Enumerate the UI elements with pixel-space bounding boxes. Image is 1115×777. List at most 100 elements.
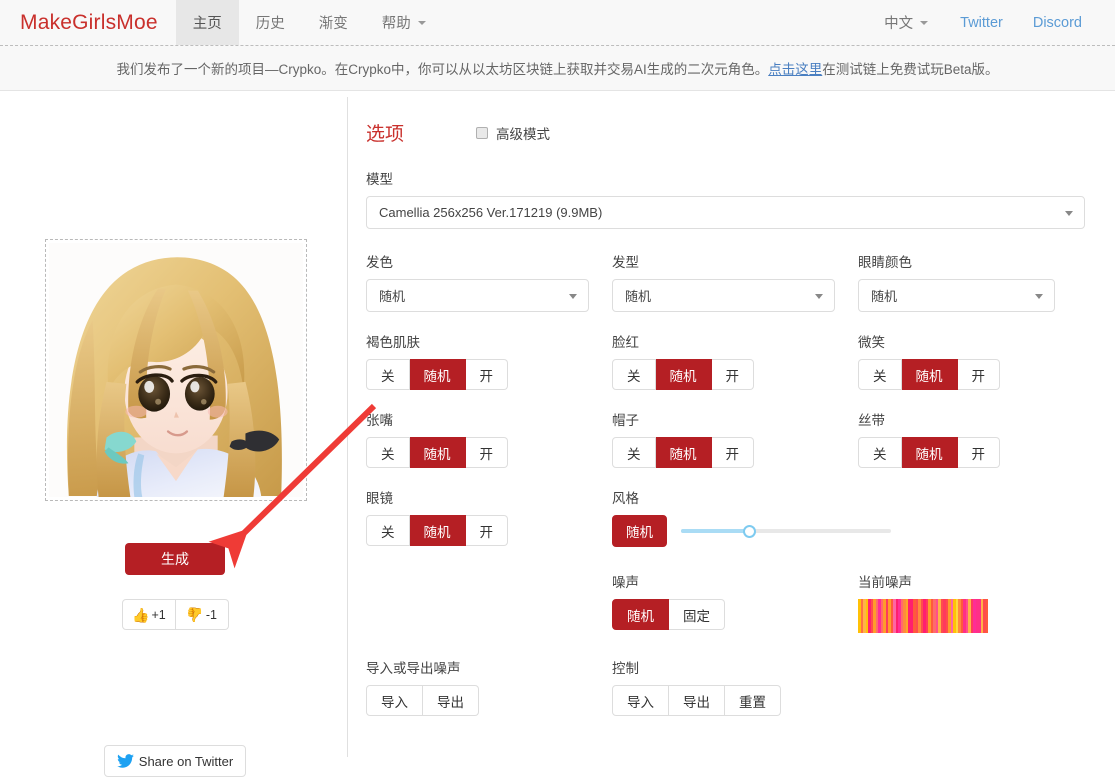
ribbon-on[interactable]: 开 [957,437,1000,468]
model-field: 模型 Camellia 256x256 Ver.171219 (9.9MB) [366,168,1085,229]
language-label: 中文 [884,16,914,32]
open-mouth-label: 张嘴 [366,413,393,428]
style-slider-fill [681,529,751,533]
thumbs-down-icon: 👍 [186,606,204,623]
control-button-group: 导入 导出 重置 [612,685,835,716]
glasses-on[interactable]: 开 [465,515,508,546]
noise-random[interactable]: 随机 [612,599,669,630]
nav-link-discord[interactable]: Discord [1018,0,1097,45]
noise-fixed[interactable]: 固定 [669,599,725,630]
options-grid: 发色 随机 发型 随机 眼睛颜色 随机 褐色肌肤 关 随机 开 脸红 关 随机 … [366,251,1085,735]
blush-on[interactable]: 开 [711,359,754,390]
glasses-random[interactable]: 随机 [409,515,466,546]
nav-item-morph[interactable]: 渐变 [302,0,365,45]
announcement-text: 我们发布了一个新的项目—Crypko。在Crypko中，你可以从以太坊区块链上获… [116,58,998,78]
noise-io-button-group: 导入 导出 [366,685,589,716]
eye-color-select[interactable]: 随机 [858,279,1055,312]
glasses-off[interactable]: 关 [366,515,410,546]
open-mouth-random[interactable]: 随机 [409,437,466,468]
noise-import-button[interactable]: 导入 [366,685,423,716]
blush-button-group: 关 随机 开 [612,359,835,390]
downvote-button[interactable]: 👍 -1 [175,599,229,630]
blush-label: 脸红 [612,335,639,350]
noise-io-field: 导入或导出噪声 导入 导出 [366,657,589,716]
top-navbar: MakeGirlsMoe 主页 历史 渐变 帮助 中文 Twitter Disc… [0,0,1115,45]
smile-label: 微笑 [858,335,885,350]
eye-color-label: 眼睛颜色 [858,255,912,270]
noise-label: 噪声 [612,575,639,590]
noise-button-group: 随机 固定 [612,599,835,630]
hair-color-select[interactable]: 随机 [366,279,589,312]
nav-link-twitter[interactable]: Twitter [945,0,1018,45]
dark-skin-button-group: 关 随机 开 [366,359,589,390]
hair-style-label: 发型 [612,255,639,270]
dark-skin-field: 褐色肌肤 关 随机 开 [366,331,589,390]
dark-skin-off[interactable]: 关 [366,359,410,390]
ribbon-random[interactable]: 随机 [901,437,958,468]
noise-field: 噪声 随机 固定 [612,571,835,633]
open-mouth-button-group: 关 随机 开 [366,437,589,468]
upvote-button[interactable]: 👍 +1 [122,599,176,630]
smile-off[interactable]: 关 [858,359,902,390]
smile-on[interactable]: 开 [957,359,1000,390]
announcement-text-before: 我们发布了一个新的项目—Crypko。在Crypko中，你可以从以太坊区块链上获… [116,61,769,77]
generate-button[interactable]: 生成 [125,543,225,575]
vote-button-group: 👍 +1 👍 -1 [122,599,229,630]
blush-off[interactable]: 关 [612,359,656,390]
smile-button-group: 关 随机 开 [858,359,1055,390]
thumbs-up-icon: 👍 [132,606,150,623]
blush-field: 脸红 关 随机 开 [612,331,835,390]
advanced-mode-checkbox[interactable] [476,126,489,139]
hat-off[interactable]: 关 [612,437,656,468]
brand-logo[interactable]: MakeGirlsMoe [0,0,176,45]
nav-item-help-label: 帮助 [381,16,411,32]
blush-random[interactable]: 随机 [655,359,712,390]
control-export-button[interactable]: 导出 [669,685,725,716]
main-nav: 主页 历史 渐变 帮助 [175,0,443,45]
open-mouth-on[interactable]: 开 [465,437,508,468]
share-on-twitter-button[interactable]: Share on Twitter [104,745,246,777]
ribbon-off[interactable]: 关 [858,437,902,468]
style-random-button[interactable]: 随机 [612,515,667,547]
model-select[interactable]: Camellia 256x256 Ver.171219 (9.9MB) [366,196,1085,229]
open-mouth-off[interactable]: 关 [366,437,410,468]
dark-skin-on[interactable]: 开 [465,359,508,390]
nav-item-history[interactable]: 历史 [239,0,302,45]
ribbon-field: 丝带 关 随机 开 [858,409,1055,468]
chevron-down-icon [1035,293,1043,299]
nav-item-morph-label: 渐变 [318,16,348,32]
generated-character-image [49,243,303,497]
style-slider-knob[interactable] [743,524,757,538]
preview-pane: 生成 👍 +1 👍 -1 Share on Twitter [0,91,347,777]
main-content: 生成 👍 +1 👍 -1 Share on Twitter 选项 高级模式 模型… [0,91,1115,777]
glasses-field: 眼镜 关 随机 开 [366,487,589,547]
nav-item-home[interactable]: 主页 [175,0,239,45]
hair-style-select[interactable]: 随机 [612,279,835,312]
twitter-icon [116,754,134,768]
glasses-label: 眼镜 [366,491,393,506]
hat-on[interactable]: 开 [711,437,754,468]
current-noise-field: 当前噪声 [858,571,1055,633]
nav-item-help[interactable]: 帮助 [365,0,443,45]
current-noise-visualization [858,599,988,633]
announcement-link[interactable]: 点击这里 [768,62,822,77]
advanced-mode-label: 高级模式 [496,126,551,142]
glasses-button-group: 关 随机 开 [366,515,589,546]
smile-random[interactable]: 随机 [901,359,958,390]
control-reset-button[interactable]: 重置 [725,685,781,716]
style-spacer [366,566,589,633]
character-image-frame [45,239,307,501]
hair-color-field: 发色 随机 [366,251,589,312]
advanced-mode-toggle[interactable]: 高级模式 [476,123,550,143]
downvote-label: -1 [205,607,217,622]
open-mouth-field: 张嘴 关 随机 开 [366,409,589,468]
announcement-text-after: 在测试链上免费试玩Beta版。 [822,61,999,77]
style-label: 风格 [612,491,639,506]
hat-random[interactable]: 随机 [655,437,712,468]
language-selector[interactable]: 中文 [867,0,945,45]
noise-export-button[interactable]: 导出 [423,685,479,716]
style-controls: 随机 [612,515,1055,547]
control-import-button[interactable]: 导入 [612,685,669,716]
dark-skin-random[interactable]: 随机 [409,359,466,390]
style-slider[interactable] [681,522,891,540]
